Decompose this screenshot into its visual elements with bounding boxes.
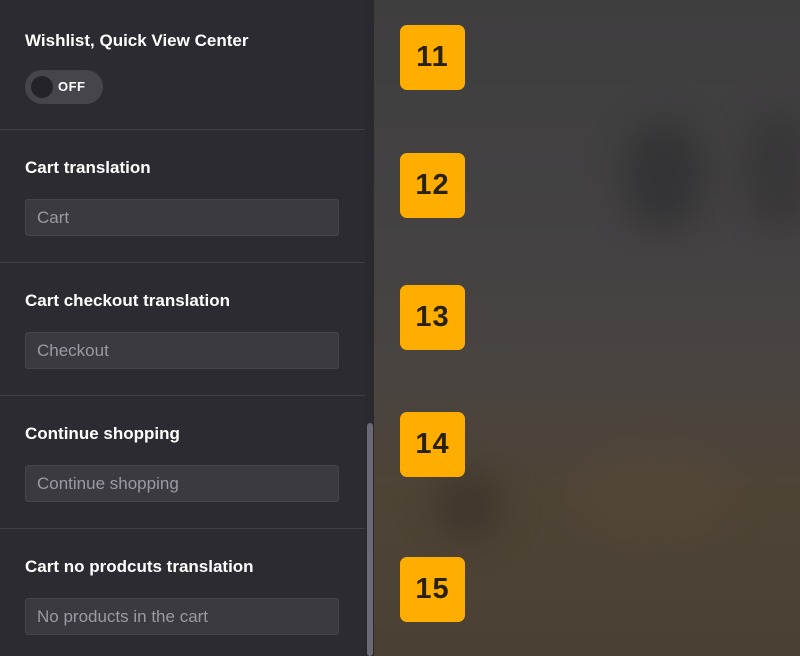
continue-shopping-label: Continue shopping (25, 424, 180, 443)
no-products-label: Cart no prodcuts translation (25, 557, 254, 576)
step-badge-14: 14 (400, 412, 465, 477)
preview-blur-shape (744, 110, 800, 230)
setting-continue-shopping: Continue shopping (0, 396, 365, 529)
wishlist-label: Wishlist, Quick View Center (25, 31, 249, 50)
step-badge-15: 15 (400, 557, 465, 622)
checkout-translation-input[interactable] (25, 332, 339, 369)
continue-shopping-input[interactable] (25, 465, 339, 502)
preview-blur-shape (574, 450, 734, 540)
cart-translation-input[interactable] (25, 199, 339, 236)
scrollbar-thumb[interactable] (367, 423, 373, 656)
wishlist-toggle[interactable]: OFF (25, 70, 103, 104)
no-products-input[interactable] (25, 598, 339, 635)
setting-no-products: Cart no prodcuts translation (0, 529, 365, 656)
preview-blur-shape (624, 120, 704, 230)
step-badge-13: 13 (400, 285, 465, 350)
settings-panel: Wishlist, Quick View Center OFF Cart tra… (0, 0, 365, 656)
cart-translation-label: Cart translation (25, 158, 151, 177)
setting-wishlist-quick-view: Wishlist, Quick View Center OFF (0, 0, 365, 130)
preview-blur-shape (434, 470, 504, 540)
step-badge-12: 12 (400, 153, 465, 218)
setting-checkout-translation: Cart checkout translation (0, 263, 365, 396)
setting-cart-translation: Cart translation (0, 130, 365, 263)
toggle-state-text: OFF (58, 79, 86, 94)
step-badge-11: 11 (400, 25, 465, 90)
checkout-translation-label: Cart checkout translation (25, 291, 230, 310)
toggle-knob (31, 76, 53, 98)
